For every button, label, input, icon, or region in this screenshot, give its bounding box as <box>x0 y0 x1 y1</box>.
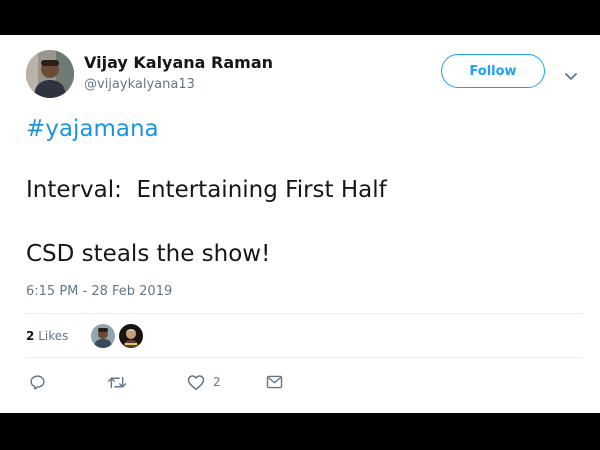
reply-button[interactable] <box>29 373 46 391</box>
tweet-text-line: CSD steals the show! <box>26 241 271 267</box>
tweet-timestamp[interactable]: 6:15 PM - 28 Feb 2019 <box>26 284 172 299</box>
like-count: 2 <box>213 375 221 389</box>
retweet-icon <box>107 374 127 391</box>
tweet-text-line: Interval: Entertaining First Half <box>26 177 387 203</box>
liker-avatar[interactable] <box>91 324 115 348</box>
direct-message-button[interactable] <box>266 373 283 391</box>
likes-summary[interactable]: 2 Likes <box>26 329 68 343</box>
like-button[interactable]: 2 <box>187 373 221 391</box>
author-avatar[interactable] <box>26 50 74 98</box>
likes-label: Likes <box>38 329 69 343</box>
reply-icon <box>29 374 46 391</box>
author-handle[interactable]: @vijaykalyana13 <box>84 77 195 92</box>
retweet-button[interactable] <box>107 373 127 391</box>
caret-down-icon[interactable] <box>564 67 578 80</box>
heart-icon <box>187 374 205 391</box>
divider <box>26 313 582 314</box>
hashtag-link[interactable]: #yajamana <box>26 113 159 145</box>
liker-avatar[interactable] <box>119 324 143 348</box>
follow-button[interactable]: Follow <box>441 54 545 88</box>
mail-icon <box>266 375 283 389</box>
likes-count: 2 <box>26 329 35 343</box>
author-name[interactable]: Vijay Kalyana Raman <box>84 53 273 72</box>
tweet-card: Vijay Kalyana Raman @vijaykalyana13 Foll… <box>0 35 600 413</box>
divider <box>26 357 582 358</box>
